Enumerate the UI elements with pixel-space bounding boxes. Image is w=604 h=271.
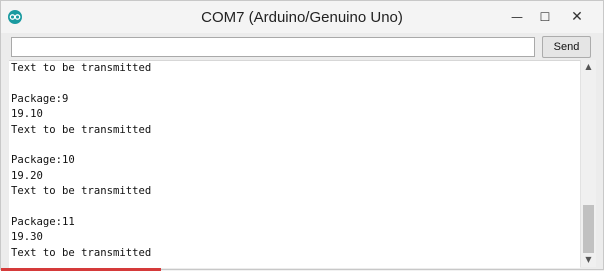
serial-monitor-window: COM7 (Arduino/Genuino Uno) — ☐ ✕ Send Te… (0, 0, 604, 271)
serial-output-area[interactable]: Text to be transmitted Package:9 19.10 Text… (9, 60, 580, 268)
output-line: 19.30 (11, 231, 43, 244)
output-line: Text to be transmitted (11, 62, 152, 74)
output-line: Package:10 (11, 154, 75, 167)
maximize-button[interactable]: ☐ (532, 7, 558, 27)
send-bar: Send (1, 33, 603, 59)
chevron-down-icon[interactable]: ▼ (581, 253, 596, 267)
close-button[interactable]: ✕ (564, 7, 590, 27)
send-input[interactable] (11, 37, 535, 57)
output-line: Text to be transmitted (11, 185, 152, 198)
title-bar[interactable]: COM7 (Arduino/Genuino Uno) — ☐ ✕ (1, 1, 603, 33)
scrollbar-thumb[interactable] (583, 205, 594, 253)
output-line: Text to be transmitted (11, 123, 152, 136)
vertical-scrollbar[interactable]: ▲ ▼ (580, 60, 596, 267)
minimize-button[interactable]: — (504, 7, 530, 27)
output-line: 19.10 (11, 108, 43, 121)
send-button[interactable]: Send (542, 36, 591, 58)
chevron-up-icon[interactable]: ▲ (581, 60, 596, 74)
output-line: Package:9 (11, 92, 69, 105)
output-line: 19.20 (11, 169, 43, 182)
output-line: Package:11 (11, 215, 75, 228)
output-line: Text to be transmitted (11, 246, 152, 259)
